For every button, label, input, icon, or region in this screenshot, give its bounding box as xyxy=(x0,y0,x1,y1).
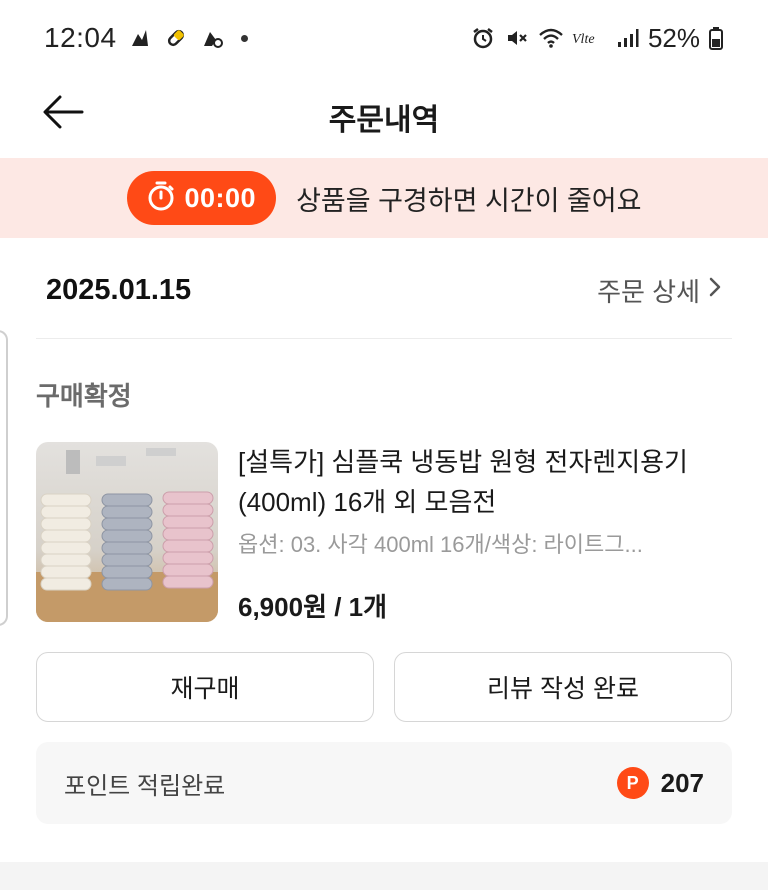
order-detail-label: 주문 상세 xyxy=(597,276,700,307)
page-title: 주문내역 xyxy=(328,104,440,137)
stopwatch-icon xyxy=(145,180,177,217)
bottom-separator xyxy=(0,862,768,890)
app-c-icon xyxy=(199,25,225,51)
alarm-icon xyxy=(470,25,496,51)
points-value: 207 xyxy=(660,767,704,798)
timer-pill: 00:00 xyxy=(126,171,277,225)
product-price: 6,900원 / 1개 xyxy=(238,592,388,622)
timer-value: 00:00 xyxy=(184,182,257,213)
points-label: 포인트 적립완료 xyxy=(64,772,226,800)
status-left: 12:04 xyxy=(44,22,248,54)
order-date: 2025.01.15 xyxy=(46,273,192,306)
order-detail-link[interactable]: 주문 상세 xyxy=(597,272,722,309)
product-option: 옵션: 03. 사각 400ml 16개/색상: 라이트그... xyxy=(238,532,643,558)
product-thumbnail[interactable] xyxy=(36,442,218,622)
signal-icon xyxy=(614,25,640,51)
action-buttons: 재구매 리뷰 작성 완료 xyxy=(36,652,732,722)
back-arrow-icon xyxy=(42,94,86,135)
pill-icon xyxy=(163,25,189,51)
points-right: P 207 xyxy=(616,767,704,799)
points-box: 포인트 적립완료 P 207 xyxy=(36,742,732,824)
more-dot-icon xyxy=(240,34,248,42)
timer-banner[interactable]: 00:00 상품을 구경하면 시간이 줄어요 xyxy=(0,158,768,238)
product-name[interactable]: [설특가] 심플쿡 냉동밥 원형 전자렌지용기(400ml) 16개 외 모음전 xyxy=(238,442,732,521)
review-complete-button[interactable]: 리뷰 작성 완료 xyxy=(394,652,732,722)
battery-percent: 52% xyxy=(647,22,700,53)
wifi-icon xyxy=(538,25,564,51)
battery-icon xyxy=(708,25,724,51)
svg-text:Vlte: Vlte xyxy=(572,32,595,47)
order-date-row: 2025.01.15 주문 상세 xyxy=(36,258,732,322)
timer-message: 상품을 구경하면 시간이 줄어요 xyxy=(296,185,642,216)
app-header: 주문내역 xyxy=(0,76,768,158)
points-icon: P xyxy=(616,767,649,799)
order-status-label: 구매확정 xyxy=(36,381,132,411)
mute-icon xyxy=(504,25,530,51)
volte-icon: Vlte xyxy=(572,25,606,51)
status-right: Vlte 52% xyxy=(470,23,724,54)
left-edge-handle xyxy=(0,330,8,626)
rebuy-button[interactable]: 재구매 xyxy=(36,652,374,722)
product-item[interactable]: [설특가] 심플쿡 냉동밥 원형 전자렌지용기(400ml) 16개 외 모음전… xyxy=(36,442,732,624)
status-bar: 12:04 Vlte 52% xyxy=(0,0,768,76)
status-time: 12:04 xyxy=(44,22,117,53)
app-notification-icon xyxy=(127,25,153,51)
chevron-right-icon xyxy=(708,275,722,306)
divider xyxy=(36,338,732,339)
back-button[interactable] xyxy=(40,90,88,138)
product-info: [설특가] 심플쿡 냉동밥 원형 전자렌지용기(400ml) 16개 외 모음전… xyxy=(238,442,732,624)
